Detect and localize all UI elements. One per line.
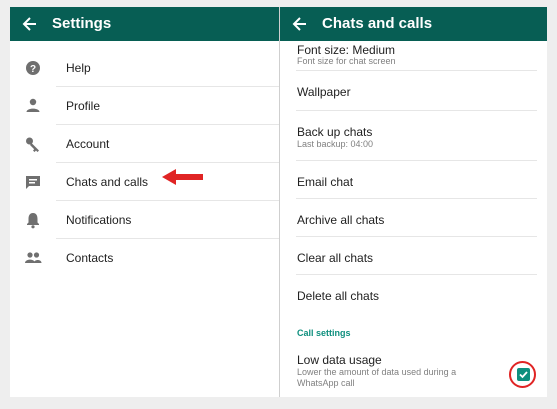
annotation-circle [509, 361, 536, 388]
menu-item-help[interactable]: ? Help [10, 49, 279, 87]
chats-and-calls-pane: Font size: Medium Font size for chat scr… [280, 7, 547, 397]
setting-title: Email chat [297, 175, 354, 189]
settings-pane: Settings ? Help Profile Account Chats an… [10, 7, 279, 397]
setting-delete-all[interactable]: Delete all chats [280, 275, 547, 315]
chat-icon [24, 173, 42, 191]
setting-backup[interactable]: Back up chats Last backup: 04:00 [280, 111, 547, 161]
setting-subtitle: Lower the amount of data used during a W… [297, 367, 457, 388]
setting-title: Wallpaper [297, 85, 351, 99]
menu-item-notifications[interactable]: Notifications [10, 201, 279, 239]
menu-item-label: Chats and calls [66, 175, 149, 189]
setting-low-data-usage[interactable]: Low data usage Lower the amount of data … [280, 347, 547, 397]
setting-title: Low data usage [297, 353, 382, 367]
setting-title: Archive all chats [297, 213, 385, 227]
chats-appbar: Chats and calls [280, 7, 547, 41]
menu-item-contacts[interactable]: Contacts [10, 239, 279, 277]
bell-icon [24, 211, 42, 229]
svg-text:?: ? [30, 64, 36, 75]
setting-email-chat[interactable]: Email chat [280, 161, 547, 199]
chats-title: Chats and calls [322, 15, 433, 32]
setting-clear-all[interactable]: Clear all chats [280, 237, 547, 275]
setting-title: Font size: Medium [297, 43, 396, 57]
settings-appbar: Settings [10, 7, 279, 41]
key-icon [24, 135, 42, 153]
menu-item-label: Notifications [66, 213, 132, 227]
contacts-icon [24, 249, 42, 267]
setting-archive-all[interactable]: Archive all chats [280, 199, 547, 237]
settings-title: Settings [52, 15, 112, 32]
setting-title: Clear all chats [297, 251, 374, 265]
back-arrow-icon[interactable] [22, 13, 42, 35]
setting-title: Delete all chats [297, 289, 380, 303]
menu-item-label: Contacts [66, 251, 114, 265]
help-icon: ? [24, 59, 42, 77]
person-icon [24, 97, 42, 115]
setting-subtitle: Font size for chat screen [297, 56, 396, 66]
setting-wallpaper[interactable]: Wallpaper [280, 71, 547, 111]
screenshot-frame: Settings ? Help Profile Account Chats an… [10, 7, 547, 397]
menu-item-profile[interactable]: Profile [10, 87, 279, 125]
menu-item-chats-and-calls[interactable]: Chats and calls [10, 163, 279, 201]
menu-item-label: Profile [66, 99, 101, 113]
menu-item-label: Help [66, 61, 91, 75]
setting-title: Back up chats [297, 125, 373, 139]
annotation-arrow-icon [162, 169, 203, 185]
section-header-call-settings: Call settings [297, 328, 351, 338]
menu-item-label: Account [66, 137, 110, 151]
menu-item-account[interactable]: Account [10, 125, 279, 163]
back-arrow-icon[interactable] [292, 13, 312, 35]
setting-subtitle: Last backup: 04:00 [297, 139, 374, 149]
